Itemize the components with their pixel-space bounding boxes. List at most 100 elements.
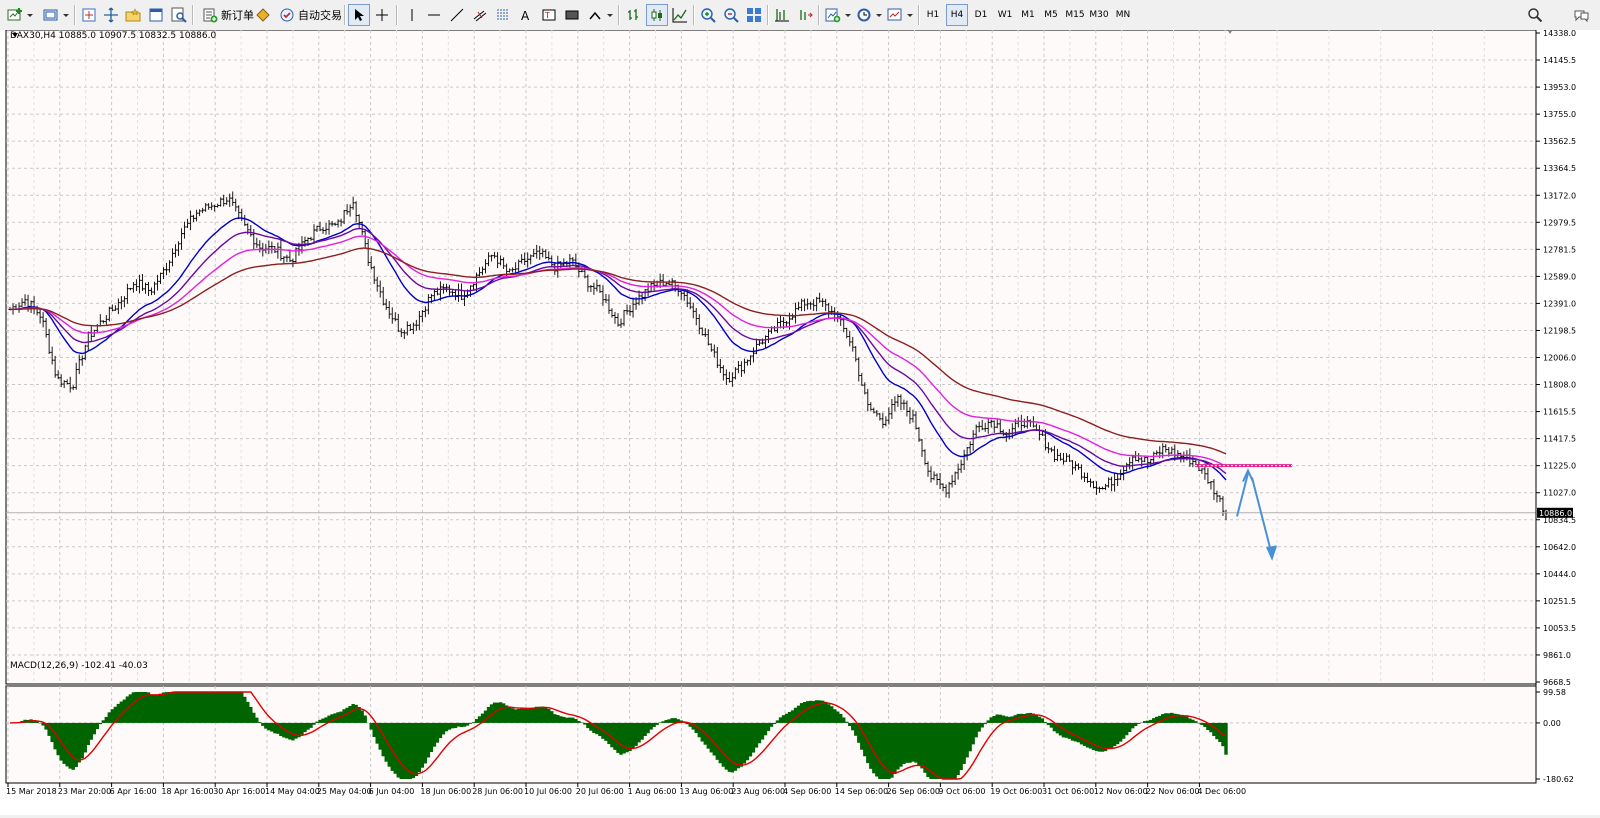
chat-button[interactable]	[1570, 4, 1592, 26]
macd-pane[interactable]	[5, 685, 1537, 784]
main-toolbar: 新订单 自动交易 A T H1 H4 D1 W1 M1 M5 M15 M30 MN	[0, 0, 1600, 31]
dropdown-caret-button[interactable]	[875, 4, 883, 26]
templates-button[interactable]	[884, 4, 906, 26]
price-axis-label: 13364.5	[1543, 164, 1576, 173]
time-axis-label: 25 May 04:00	[317, 787, 372, 796]
vertical-line-button[interactable]	[401, 4, 423, 26]
price-axis-label: 10251.5	[1543, 597, 1576, 606]
fibonacci-button[interactable]	[492, 4, 514, 26]
line-chart-button[interactable]	[669, 4, 691, 26]
price-axis-label: 11027.0	[1543, 489, 1576, 498]
dropdown-caret-button[interactable]	[906, 4, 914, 26]
crosshair-button[interactable]	[371, 4, 393, 26]
autoscroll-button[interactable]	[794, 4, 816, 26]
price-axis-label: 11615.5	[1543, 408, 1576, 417]
cursor-icon	[351, 7, 367, 23]
fibonacci-icon	[495, 7, 511, 23]
caret-down-icon	[606, 7, 614, 23]
time-axis-label: 18 Apr 16:00	[161, 787, 213, 796]
toolbar-separator	[396, 5, 398, 25]
timeframe-h1-button[interactable]: H1	[922, 4, 944, 26]
timeframe-mn-button[interactable]: MN	[1112, 4, 1134, 26]
zoom-out-icon	[723, 7, 739, 23]
price-pane[interactable]	[5, 29, 1537, 685]
timeframe-m15-button[interactable]: M15	[1064, 4, 1086, 26]
timeframe-m1-button[interactable]: M1	[1017, 4, 1039, 26]
timeframe-w1-button[interactable]: W1	[994, 4, 1016, 26]
new-chart-icon	[7, 7, 23, 23]
new-order-button-label: 新订单	[221, 10, 254, 22]
macd-info-label: MACD(12,26,9) -102.41 -40.03	[10, 661, 148, 671]
toolbar-separator	[192, 5, 194, 25]
profiles-icon	[43, 7, 59, 23]
price-axis-label: 10444.0	[1543, 570, 1576, 579]
macd-axis-label: -180.62	[1543, 775, 1574, 784]
search-button[interactable]	[1524, 4, 1546, 26]
caret-down-icon	[62, 7, 70, 23]
timeframe-h4-button[interactable]: H4	[946, 4, 968, 26]
chart-window[interactable]: 14338.0 14145.5 13953.0 13755.0 13562.5 13364…	[0, 29, 1600, 815]
text-button[interactable]: A	[515, 4, 537, 26]
tile-windows-button[interactable]	[743, 4, 765, 26]
timeframe-m30-button[interactable]: M30	[1088, 4, 1110, 26]
dropdown-caret-button[interactable]	[62, 4, 70, 26]
crosshair-move-button[interactable]	[100, 4, 122, 26]
indicators-button[interactable]	[822, 4, 844, 26]
price-axis-label: 10642.0	[1543, 543, 1576, 552]
time-axis-label: 6 Jun 04:00	[369, 787, 415, 796]
time-axis-label: 28 Jun 06:00	[472, 787, 523, 796]
navigator-icon	[148, 7, 164, 23]
time-axis-label: 4 Sep 06:00	[783, 787, 831, 796]
time-axis-label: 23 Mar 20:00	[58, 787, 111, 796]
time-axis-label: 31 Oct 06:00	[1042, 787, 1094, 796]
time-axis-label: 23 Aug 06:00	[731, 787, 785, 796]
trendline-button[interactable]	[446, 4, 468, 26]
navigator-button[interactable]	[145, 4, 167, 26]
caret-down-icon	[26, 7, 34, 23]
timeframe-m5-button[interactable]: M5	[1040, 4, 1062, 26]
auto-trading-button[interactable]: 自动交易	[275, 4, 346, 26]
price-axis-label: 9668.5	[1543, 678, 1571, 687]
diamond-button[interactable]	[252, 4, 274, 26]
market-watch-button[interactable]	[78, 4, 100, 26]
rectangle-button[interactable]	[561, 4, 583, 26]
toolbar-separator	[818, 5, 820, 25]
chart-canvas[interactable]: 14338.0 14145.5 13953.0 13755.0 13562.5 13364…	[0, 29, 1600, 815]
bar-chart-button[interactable]	[623, 4, 645, 26]
time-axis-label: 12 Nov 06:00	[1094, 787, 1148, 796]
price-axis-label: 14338.0	[1543, 30, 1576, 38]
macd-axis-label: 99.58	[1543, 688, 1566, 697]
dropdown-caret-button[interactable]	[26, 4, 34, 26]
label-button[interactable]: T	[538, 4, 560, 26]
candles-icon	[649, 7, 665, 23]
time-axis-label: 15 Mar 2018	[6, 787, 57, 796]
time-axis-label: 18 Jun 06:00	[420, 787, 471, 796]
arrows-button[interactable]	[584, 4, 606, 26]
toolbar-separator	[344, 5, 346, 25]
time-axis-label: 13 Aug 06:00	[679, 787, 733, 796]
candles-button[interactable]	[646, 4, 668, 26]
chart-shift-icon	[774, 7, 790, 23]
new-chart-button[interactable]	[4, 4, 26, 26]
time-axis-label: 20 Jul 06:00	[576, 787, 624, 796]
horizontal-line-button[interactable]	[423, 4, 445, 26]
profiles-button[interactable]	[40, 4, 62, 26]
caret-down-icon	[875, 7, 883, 23]
new-order-button[interactable]: 新订单	[198, 4, 258, 26]
dropdown-caret-button[interactable]	[606, 4, 614, 26]
equidistant-channel-button[interactable]	[469, 4, 491, 26]
folder-star-icon	[125, 7, 141, 23]
time-axis-label: 1 Aug 06:00	[628, 787, 677, 796]
zoom-in-button[interactable]	[697, 4, 719, 26]
dropdown-caret-button[interactable]	[844, 4, 852, 26]
folder-star-button[interactable]	[122, 4, 144, 26]
cursor-button[interactable]	[348, 4, 370, 26]
time-axis-label: 6 Apr 16:00	[110, 787, 157, 796]
price-axis-label: 12391.0	[1543, 299, 1576, 308]
time-axis-label: 9 Oct 06:00	[938, 787, 985, 796]
timeframe-d1-button[interactable]: D1	[970, 4, 992, 26]
periods-button[interactable]	[853, 4, 875, 26]
zoom-out-button[interactable]	[720, 4, 742, 26]
chart-shift-button[interactable]	[771, 4, 793, 26]
search-chart-button[interactable]	[168, 4, 190, 26]
